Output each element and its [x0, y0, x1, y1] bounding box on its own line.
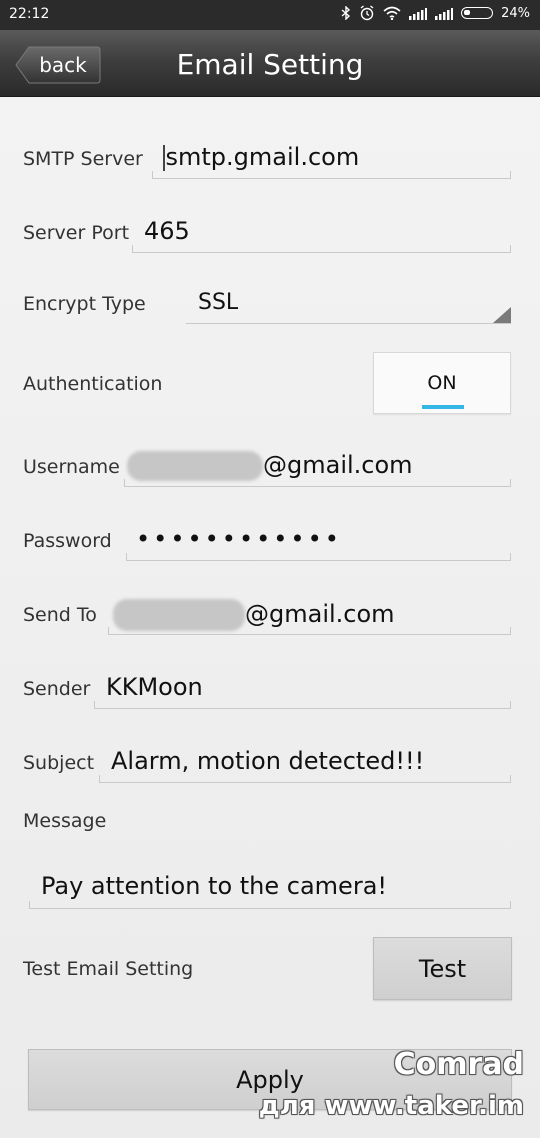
password-value: •••••••••••• — [136, 525, 342, 553]
encrypt-type-label: Encrypt Type — [23, 293, 146, 315]
page-title: Email Setting — [176, 48, 364, 81]
smtp-server-input[interactable]: smtp.gmail.com — [163, 143, 359, 171]
email-settings-form: SMTP Server smtp.gmail.com Server Port 4… — [0, 97, 540, 1138]
server-port-underline — [132, 245, 511, 253]
subject-label: Subject — [23, 752, 95, 774]
server-port-input[interactable]: 465 — [144, 217, 190, 245]
password-input[interactable]: •••••••••••• — [136, 525, 342, 553]
sender-label: Sender — [23, 678, 91, 700]
server-port-label: Server Port — [23, 222, 130, 244]
apply-button-label: Apply — [236, 1065, 304, 1094]
test-button[interactable]: Test — [373, 937, 512, 1000]
test-button-label: Test — [418, 954, 467, 983]
toggle-indicator-bar — [422, 405, 464, 409]
signal-icon — [409, 7, 428, 20]
message-underline — [29, 901, 511, 909]
send-to-label: Send To — [23, 604, 97, 626]
smtp-server-label: SMTP Server — [23, 148, 143, 170]
signal-icon — [435, 7, 454, 20]
watermark-line2: для www.taker.im — [258, 1091, 524, 1121]
subject-underline — [99, 775, 511, 783]
authentication-label: Authentication — [23, 373, 163, 395]
battery-percent: 24% — [501, 5, 530, 21]
message-input[interactable]: Pay attention to the camera! — [41, 872, 387, 900]
subject-input[interactable]: Alarm, motion detected!!! — [111, 747, 424, 775]
password-underline — [126, 553, 511, 561]
title-bar: back Email Setting — [0, 30, 540, 97]
encrypt-type-select[interactable]: SSL — [198, 290, 238, 315]
username-underline — [124, 479, 511, 487]
authentication-toggle[interactable]: ON — [373, 352, 511, 414]
smtp-server-value: smtp.gmail.com — [165, 143, 360, 171]
text-cursor — [163, 145, 165, 171]
subject-value: Alarm, motion detected!!! — [111, 747, 425, 775]
message-label: Message — [23, 810, 107, 832]
password-label: Password — [23, 530, 112, 552]
encrypt-type-underline — [186, 316, 511, 324]
send-to-underline — [108, 627, 511, 635]
sender-value: KKMoon — [106, 673, 203, 701]
status-icons: 24% — [341, 5, 530, 21]
username-input[interactable]: @gmail.com — [127, 451, 413, 481]
test-email-label: Test Email Setting — [23, 958, 194, 980]
dropdown-triangle-icon — [493, 307, 511, 323]
username-label: Username — [23, 456, 120, 478]
message-value: Pay attention to the camera! — [41, 872, 388, 900]
bluetooth-icon — [341, 6, 351, 20]
sender-underline — [94, 701, 511, 709]
username-value-suffix: @gmail.com — [263, 451, 413, 479]
alarm-icon — [359, 5, 375, 21]
battery-icon — [461, 7, 494, 19]
encrypt-type-value: SSL — [198, 290, 239, 315]
smtp-server-underline — [152, 171, 511, 179]
watermark-line1: Comrad — [393, 1047, 524, 1082]
redacted-blur — [127, 451, 263, 481]
status-bar: 22:12 24% — [0, 0, 540, 30]
send-to-value-suffix: @gmail.com — [245, 600, 395, 628]
sender-input[interactable]: KKMoon — [106, 673, 203, 701]
authentication-toggle-label: ON — [427, 372, 457, 394]
status-time: 22:12 — [9, 6, 50, 22]
wifi-icon — [383, 6, 401, 20]
server-port-value: 465 — [144, 217, 190, 245]
